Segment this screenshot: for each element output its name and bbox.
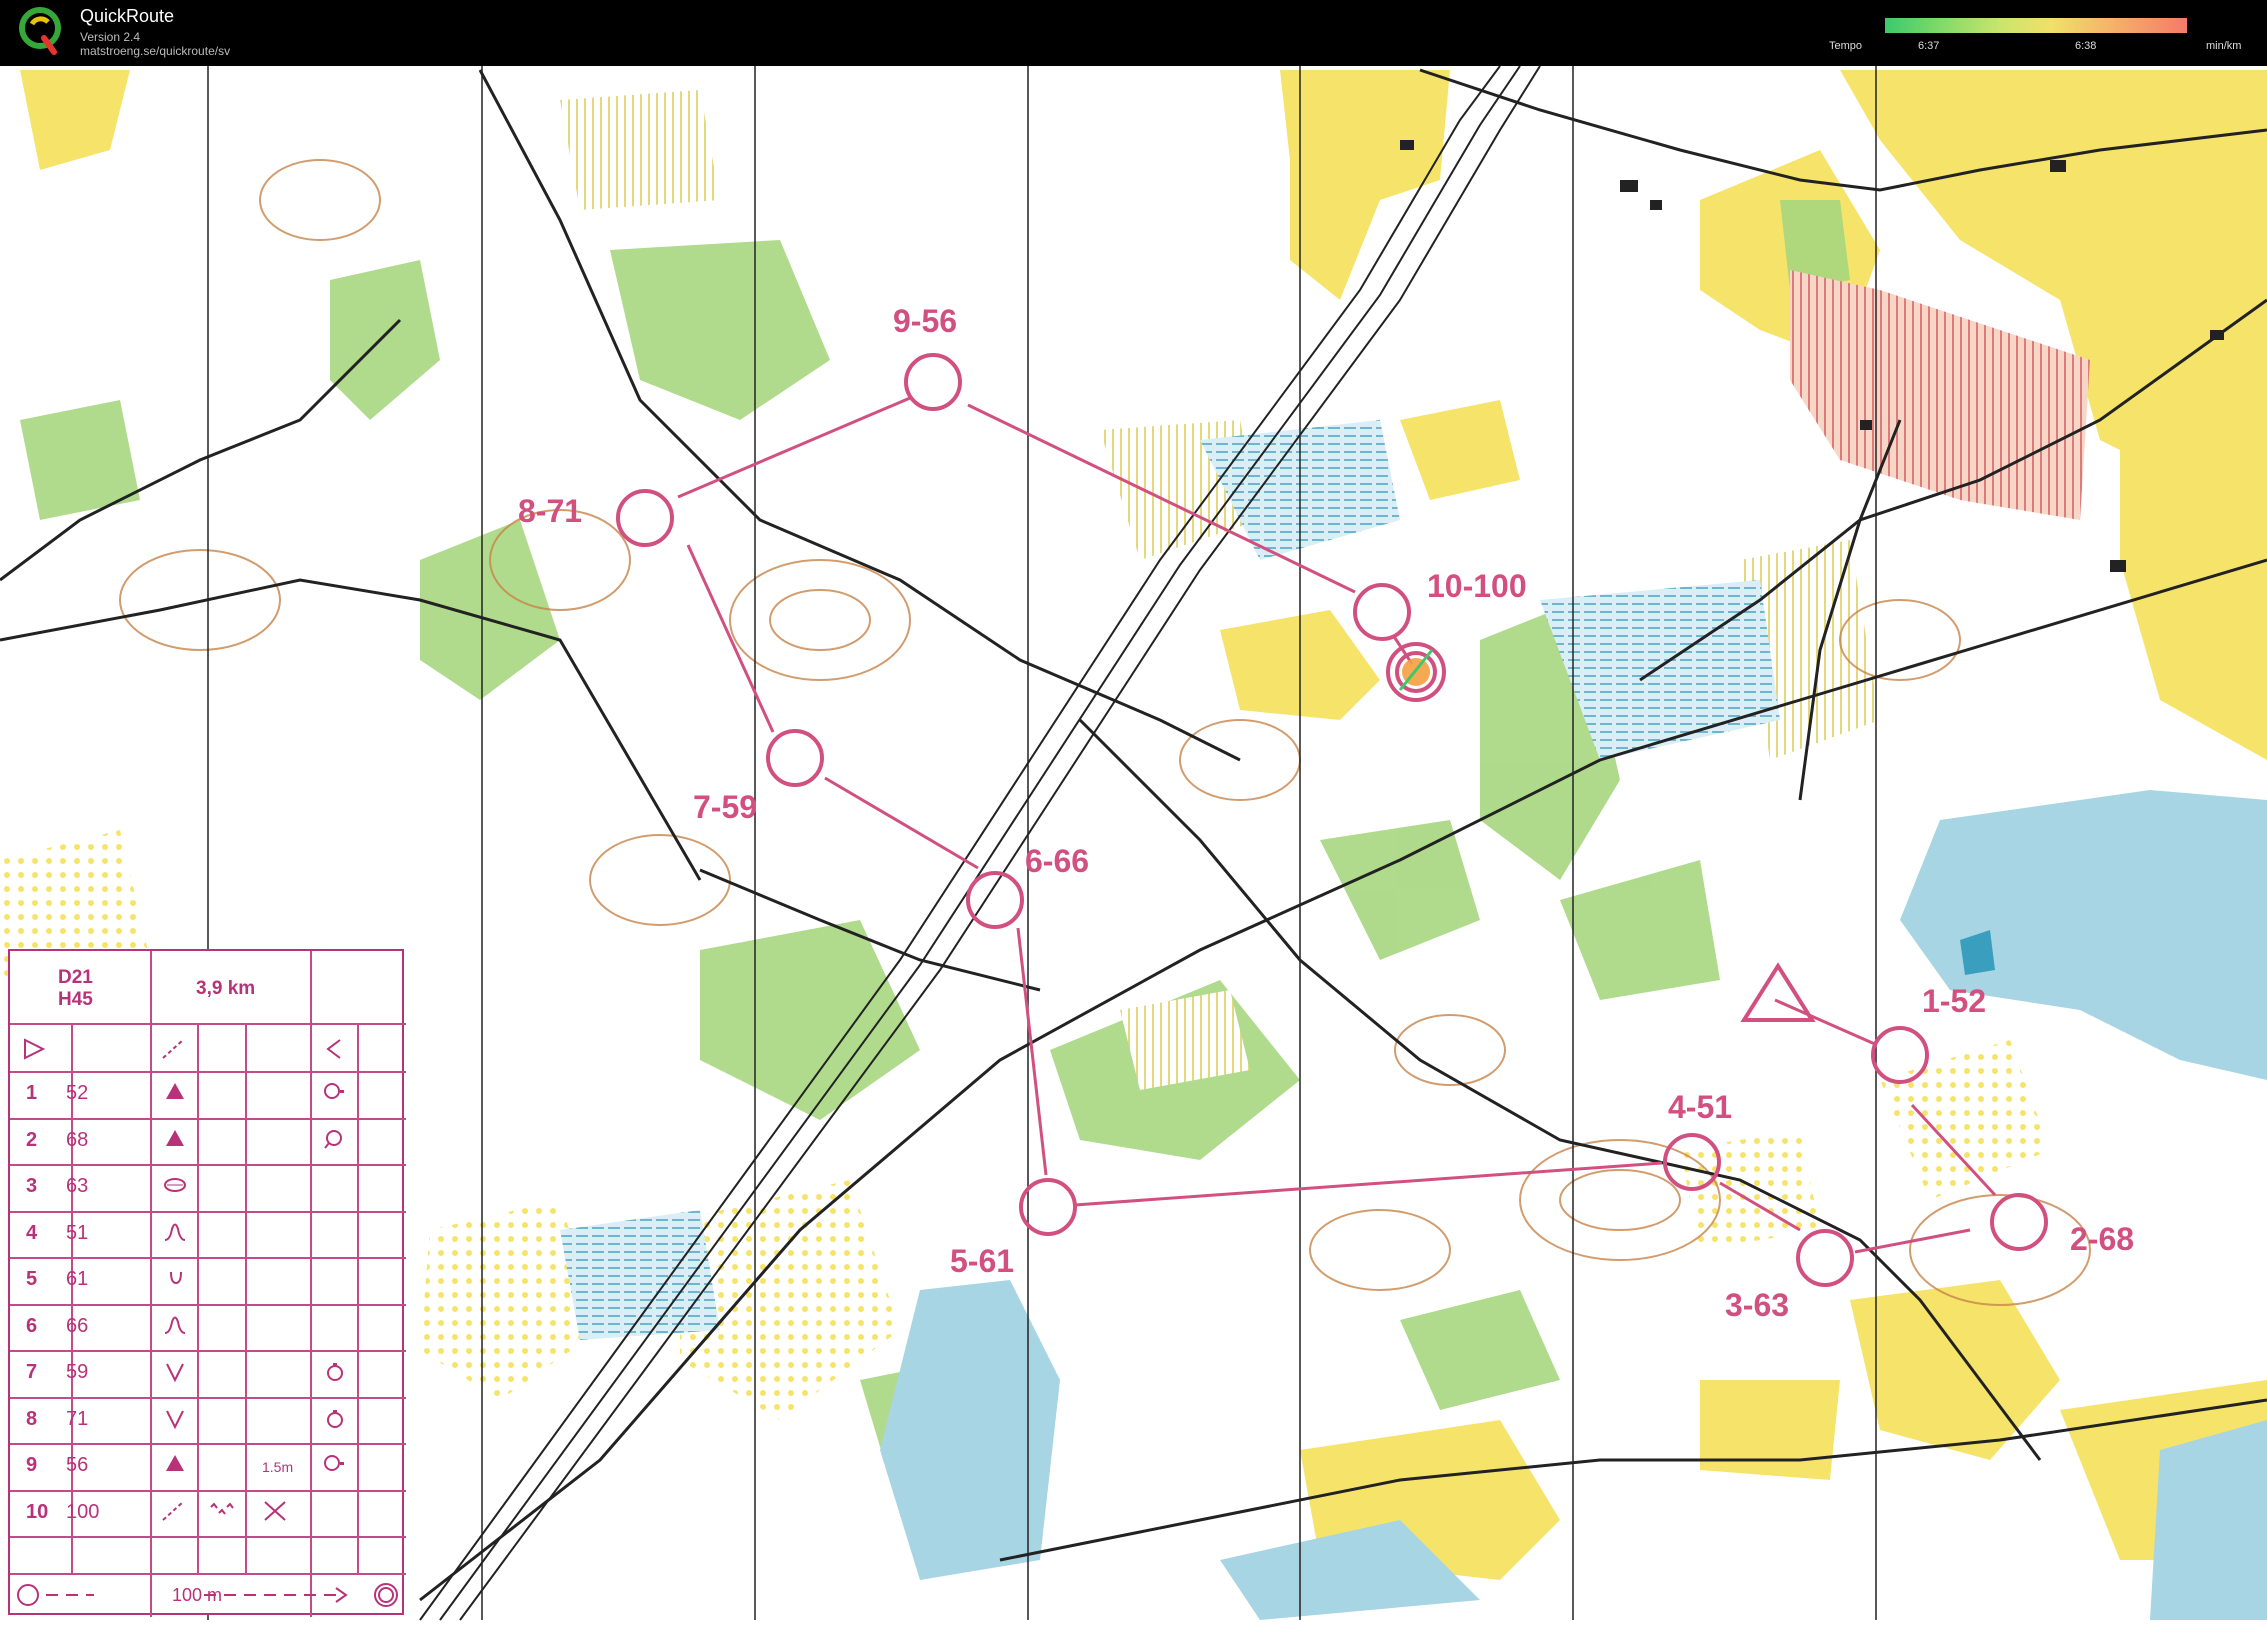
legend-control-code-10: 100 [66, 1501, 100, 1523]
elongated-knoll-icon [164, 1178, 186, 1192]
control-label-8: 8-71 [518, 493, 582, 529]
legend-grid-line [10, 1118, 406, 1120]
legend-grid-line [10, 1023, 406, 1025]
crossing-line-icon [162, 1039, 184, 1059]
knoll-icon [166, 1130, 184, 1146]
legend-control-code-6: 66 [66, 1315, 89, 1337]
control-descriptions-card: D21 H45 3,9 km 1 52 2 68 3 63 4 51 5 61 … [8, 949, 406, 1617]
legend-control-number-6: 6 [26, 1315, 38, 1337]
finish-distance: 100 m [172, 1585, 223, 1605]
legend-control-number-1: 1 [26, 1082, 38, 1104]
legend-control-number-9: 9 [26, 1454, 38, 1476]
quickroute-logo-icon [19, 7, 61, 55]
app-title: QuickRoute [80, 6, 175, 26]
legend-control-code-1: 52 [66, 1082, 89, 1104]
legend-grid-line [150, 951, 152, 1617]
app-version: Version 2.4 [80, 30, 141, 44]
course-class-h45: H45 [58, 989, 93, 1010]
legend-control-code-4: 51 [66, 1222, 89, 1244]
legend-grid-line [10, 1164, 406, 1166]
control-label-3: 3-63 [1725, 1287, 1789, 1323]
legend-grid-line [310, 951, 312, 1617]
legend-control-code-5: 61 [66, 1268, 89, 1290]
tempo-tick-low: 6:37 [1918, 40, 1940, 52]
part-position-icon [327, 1363, 343, 1381]
legend-control-number-5: 5 [26, 1268, 38, 1290]
legend-control-code-9: 56 [66, 1454, 89, 1476]
legend-grid-line [10, 1536, 406, 1538]
legend-grid-line [10, 1443, 406, 1445]
legend-grid-line [10, 1304, 406, 1306]
knoll-icon [166, 1083, 184, 1099]
depression-icon [170, 1271, 182, 1285]
bend-icon [326, 1039, 341, 1059]
legend-control-number-8: 8 [26, 1408, 38, 1430]
legend-grid-line [10, 1490, 406, 1492]
legend-control-number-7: 7 [26, 1361, 38, 1383]
control-label-10: 10-100 [1427, 568, 1527, 604]
tempo-unit: min/km [2206, 40, 2242, 52]
legend-control-number-10: 10 [26, 1501, 49, 1523]
course-length: 3,9 km [196, 978, 256, 999]
app-url: matstroeng.se/quickroute/sv [80, 44, 231, 58]
legend-control-code-3: 63 [66, 1175, 89, 1197]
legend-height-note: 1.5m [262, 1459, 294, 1475]
crossing-line-icon [162, 1501, 184, 1521]
legend-control-code-2: 68 [66, 1129, 89, 1151]
spur-icon [164, 1223, 186, 1241]
legend-grid-line [10, 1071, 406, 1073]
control-label-5: 5-61 [950, 1243, 1014, 1279]
reentrant-icon [166, 1363, 184, 1383]
side-position-icon [324, 1455, 344, 1471]
control-label-4: 4-51 [1668, 1089, 1732, 1125]
legend-grid-line [10, 1211, 406, 1213]
app-header: QuickRoute Version 2.4 matstroeng.se/qui… [0, 0, 2267, 66]
legend-control-number-2: 2 [26, 1129, 38, 1151]
control-label-6: 6-66 [1025, 843, 1089, 879]
course-class-d21: D21 [58, 967, 93, 988]
spur-icon [164, 1316, 186, 1334]
legend-grid-line [10, 1350, 406, 1352]
tempo-color-scale [1885, 18, 2187, 33]
legend-grid-line [10, 1397, 406, 1399]
between-icon [264, 1501, 286, 1521]
part-position-icon [327, 1410, 343, 1428]
top-position-icon [324, 1130, 342, 1149]
tempo-tick-high: 6:38 [2075, 40, 2097, 52]
control-label-2: 2-68 [2070, 1221, 2134, 1257]
legend-grid-line [10, 1573, 406, 1575]
legend-control-code-8: 71 [66, 1408, 89, 1430]
legend-control-code-7: 59 [66, 1361, 89, 1383]
boulder-field-icon [210, 1502, 234, 1515]
control-label-9: 9-56 [893, 303, 957, 339]
start-symbol-icon [24, 1038, 46, 1060]
control-label-7: 7-59 [693, 789, 757, 825]
side-position-icon [324, 1083, 344, 1099]
legend-grid-line [10, 1257, 406, 1259]
legend-control-number-3: 3 [26, 1175, 38, 1197]
reentrant-icon [166, 1410, 184, 1430]
knoll-icon [166, 1455, 184, 1471]
control-label-1: 1-52 [1922, 983, 1986, 1019]
tempo-label: Tempo [1829, 40, 1863, 52]
legend-control-number-4: 4 [26, 1222, 38, 1244]
